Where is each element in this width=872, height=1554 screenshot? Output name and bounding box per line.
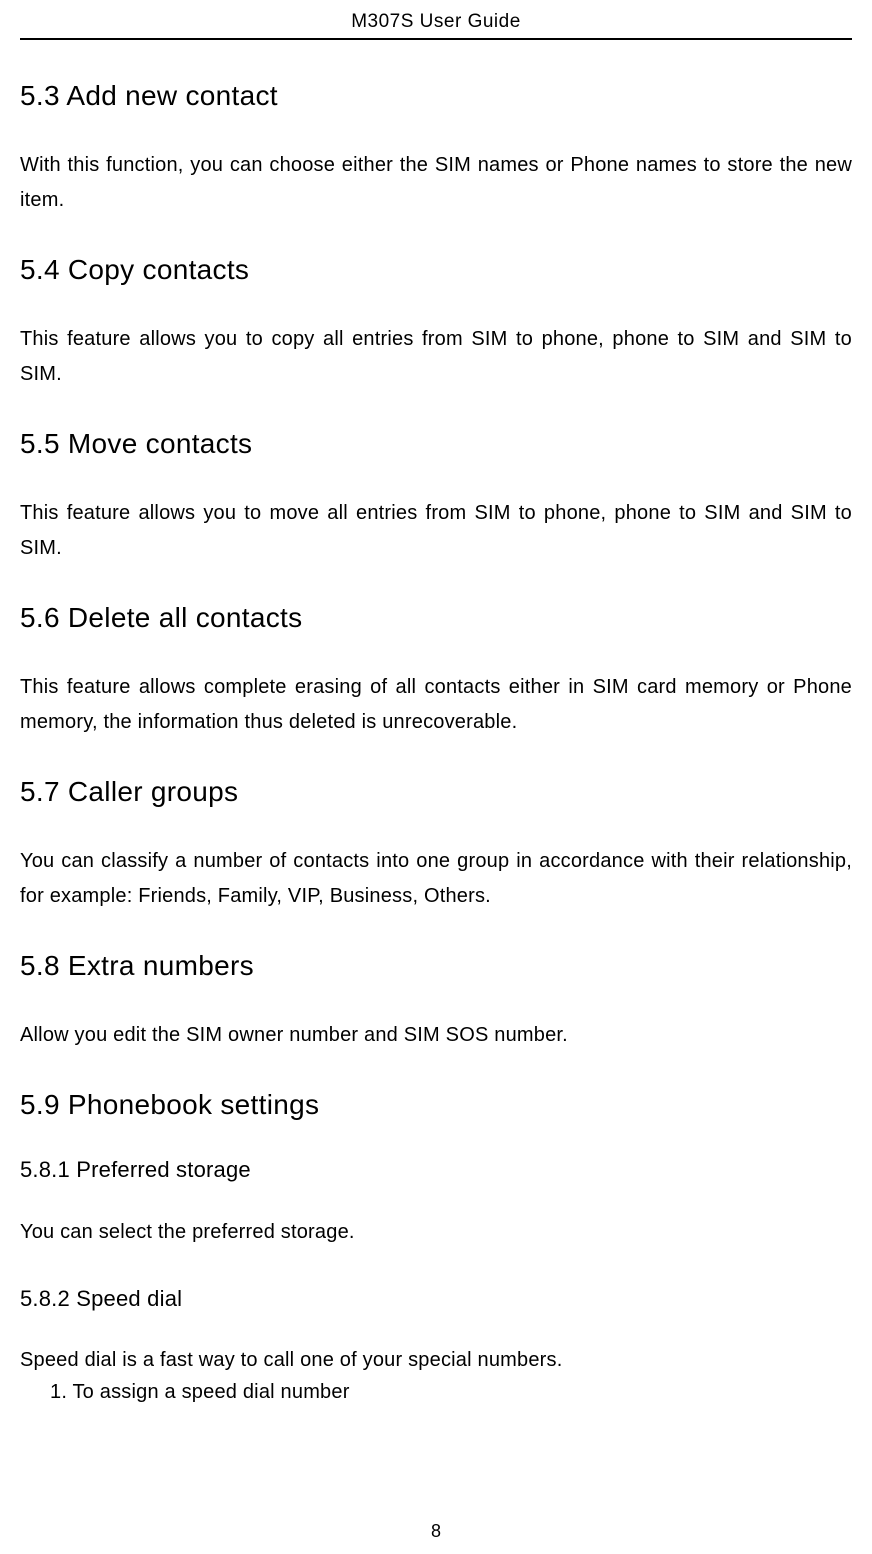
header-title: M307S User Guide	[20, 0, 852, 38]
section-heading: 5.5 Move contacts	[20, 428, 852, 460]
section-heading: 5.8 Extra numbers	[20, 950, 852, 982]
section-body: This feature allows you to copy all entr…	[20, 322, 852, 392]
section-5-8: 5.8 Extra numbers Allow you edit the SIM…	[20, 950, 852, 1053]
section-5-3: 5.3 Add new contact With this function, …	[20, 80, 852, 218]
section-5-5: 5.5 Move contacts This feature allows yo…	[20, 428, 852, 566]
section-5-7: 5.7 Caller groups You can classify a num…	[20, 776, 852, 914]
subsection-heading: 5.8.2 Speed dial	[20, 1286, 852, 1312]
section-body: Allow you edit the SIM owner number and …	[20, 1018, 852, 1053]
section-heading: 5.7 Caller groups	[20, 776, 852, 808]
section-body: With this function, you can choose eithe…	[20, 148, 852, 218]
subsection-heading: 5.8.1 Preferred storage	[20, 1157, 852, 1183]
section-5-6: 5.6 Delete all contacts This feature all…	[20, 602, 852, 740]
subsection-5-8-2: 5.8.2 Speed dial Speed dial is a fast wa…	[20, 1286, 852, 1408]
section-heading: 5.9 Phonebook settings	[20, 1089, 852, 1121]
header-divider	[20, 38, 852, 40]
section-5-4: 5.4 Copy contacts This feature allows yo…	[20, 254, 852, 392]
section-heading: 5.6 Delete all contacts	[20, 602, 852, 634]
section-body: This feature allows complete erasing of …	[20, 670, 852, 740]
section-body: This feature allows you to move all entr…	[20, 496, 852, 566]
document-page: M307S User Guide 5.3 Add new contact Wit…	[0, 0, 872, 1408]
subsection-body: You can select the preferred storage.	[20, 1215, 852, 1250]
subsection-5-8-1: 5.8.1 Preferred storage You can select t…	[20, 1157, 852, 1250]
list-item: 1. To assign a speed dial number	[20, 1376, 852, 1408]
section-body: You can classify a number of contacts in…	[20, 844, 852, 914]
section-5-9: 5.9 Phonebook settings	[20, 1089, 852, 1121]
subsection-body: Speed dial is a fast way to call one of …	[20, 1344, 852, 1376]
section-heading: 5.4 Copy contacts	[20, 254, 852, 286]
page-number: 8	[0, 1521, 872, 1542]
section-heading: 5.3 Add new contact	[20, 80, 852, 112]
